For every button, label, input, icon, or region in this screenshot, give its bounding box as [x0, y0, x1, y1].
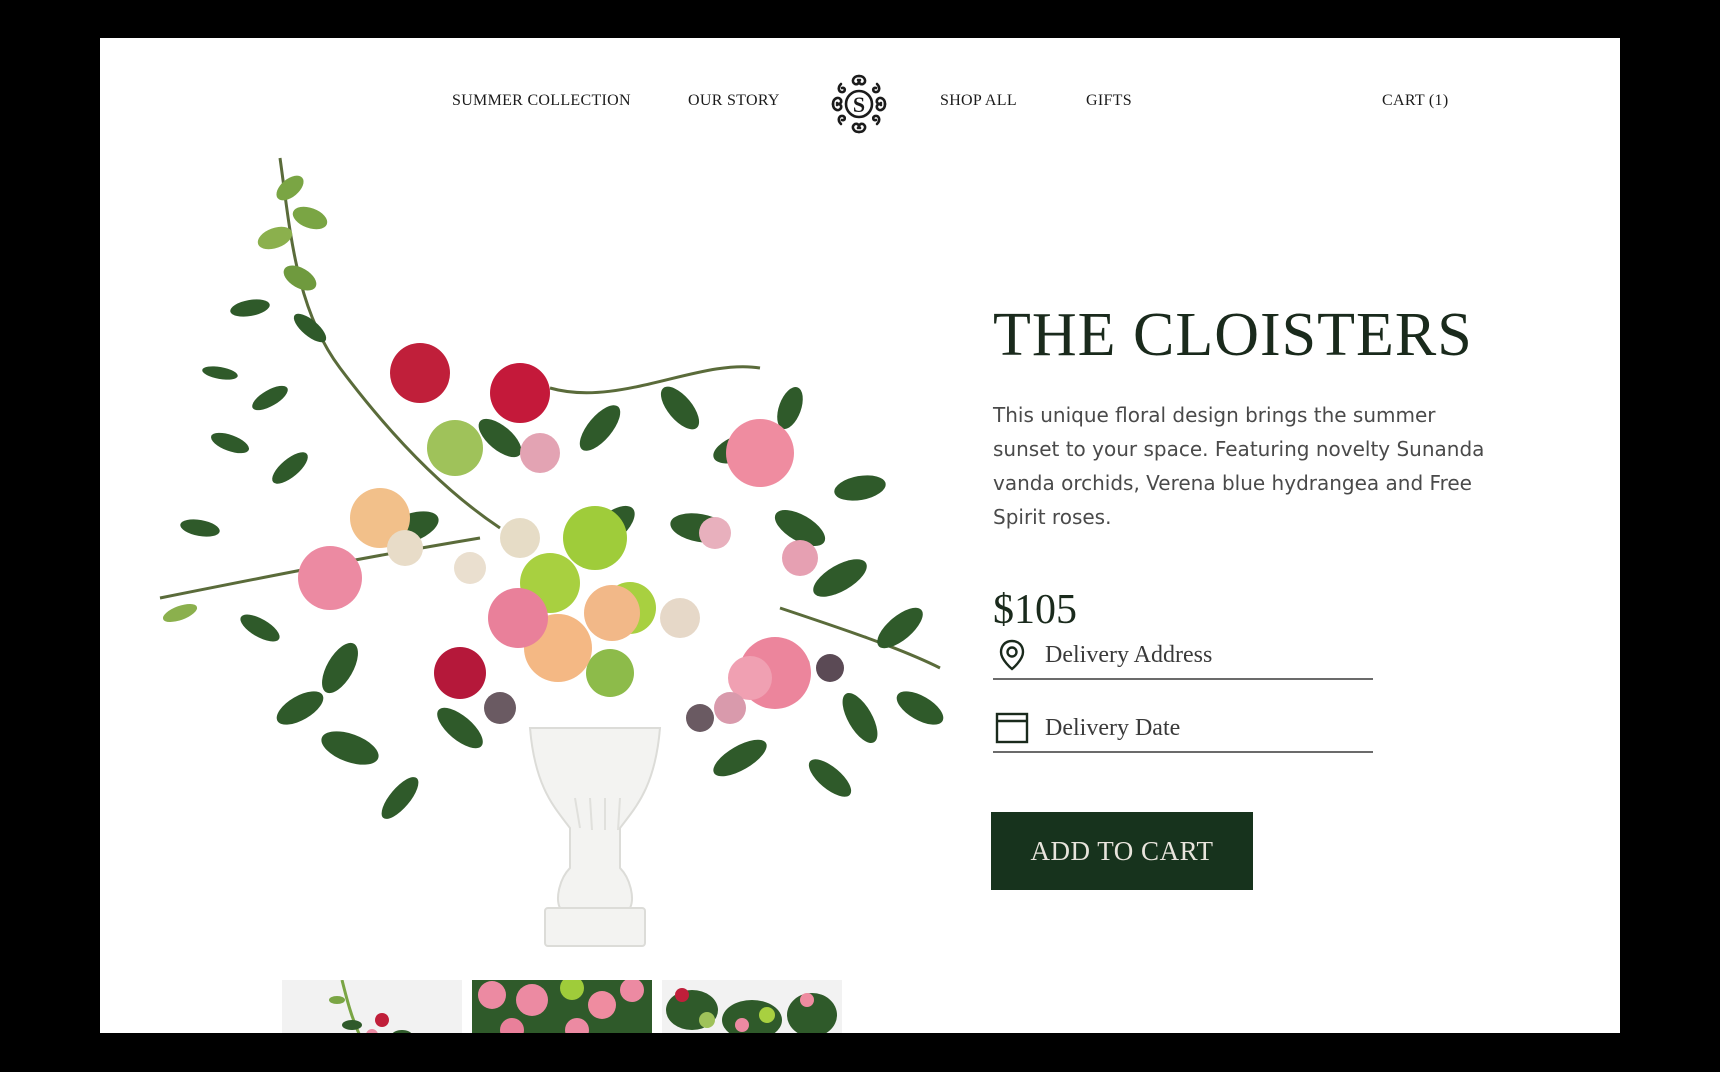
- product-image: [159, 157, 944, 947]
- nav-gifts[interactable]: GIFTS: [1086, 92, 1132, 110]
- product-description: This unique floral design brings the sum…: [993, 403, 1485, 529]
- product-price: $105: [993, 587, 1077, 633]
- delivery-address-field[interactable]: [993, 632, 1373, 680]
- delivery-address-input[interactable]: [1043, 640, 1373, 670]
- product-title: THE CLOISTERS: [993, 301, 1473, 369]
- delivery-date-field[interactable]: [993, 705, 1373, 753]
- thumbnail-3[interactable]: [662, 980, 842, 1033]
- nav-cart[interactable]: CART (1): [1382, 92, 1448, 110]
- thumbnail-2[interactable]: [472, 980, 652, 1033]
- location-pin-icon: [999, 639, 1025, 671]
- add-to-cart-button[interactable]: ADD TO CART: [991, 812, 1253, 890]
- calendar-icon: [995, 712, 1029, 744]
- product-page: SUMMER COLLECTION OUR STORY S SHOP ALL G…: [100, 38, 1620, 1033]
- thumbnail-1[interactable]: [282, 980, 462, 1033]
- delivery-date-input[interactable]: [1043, 713, 1373, 743]
